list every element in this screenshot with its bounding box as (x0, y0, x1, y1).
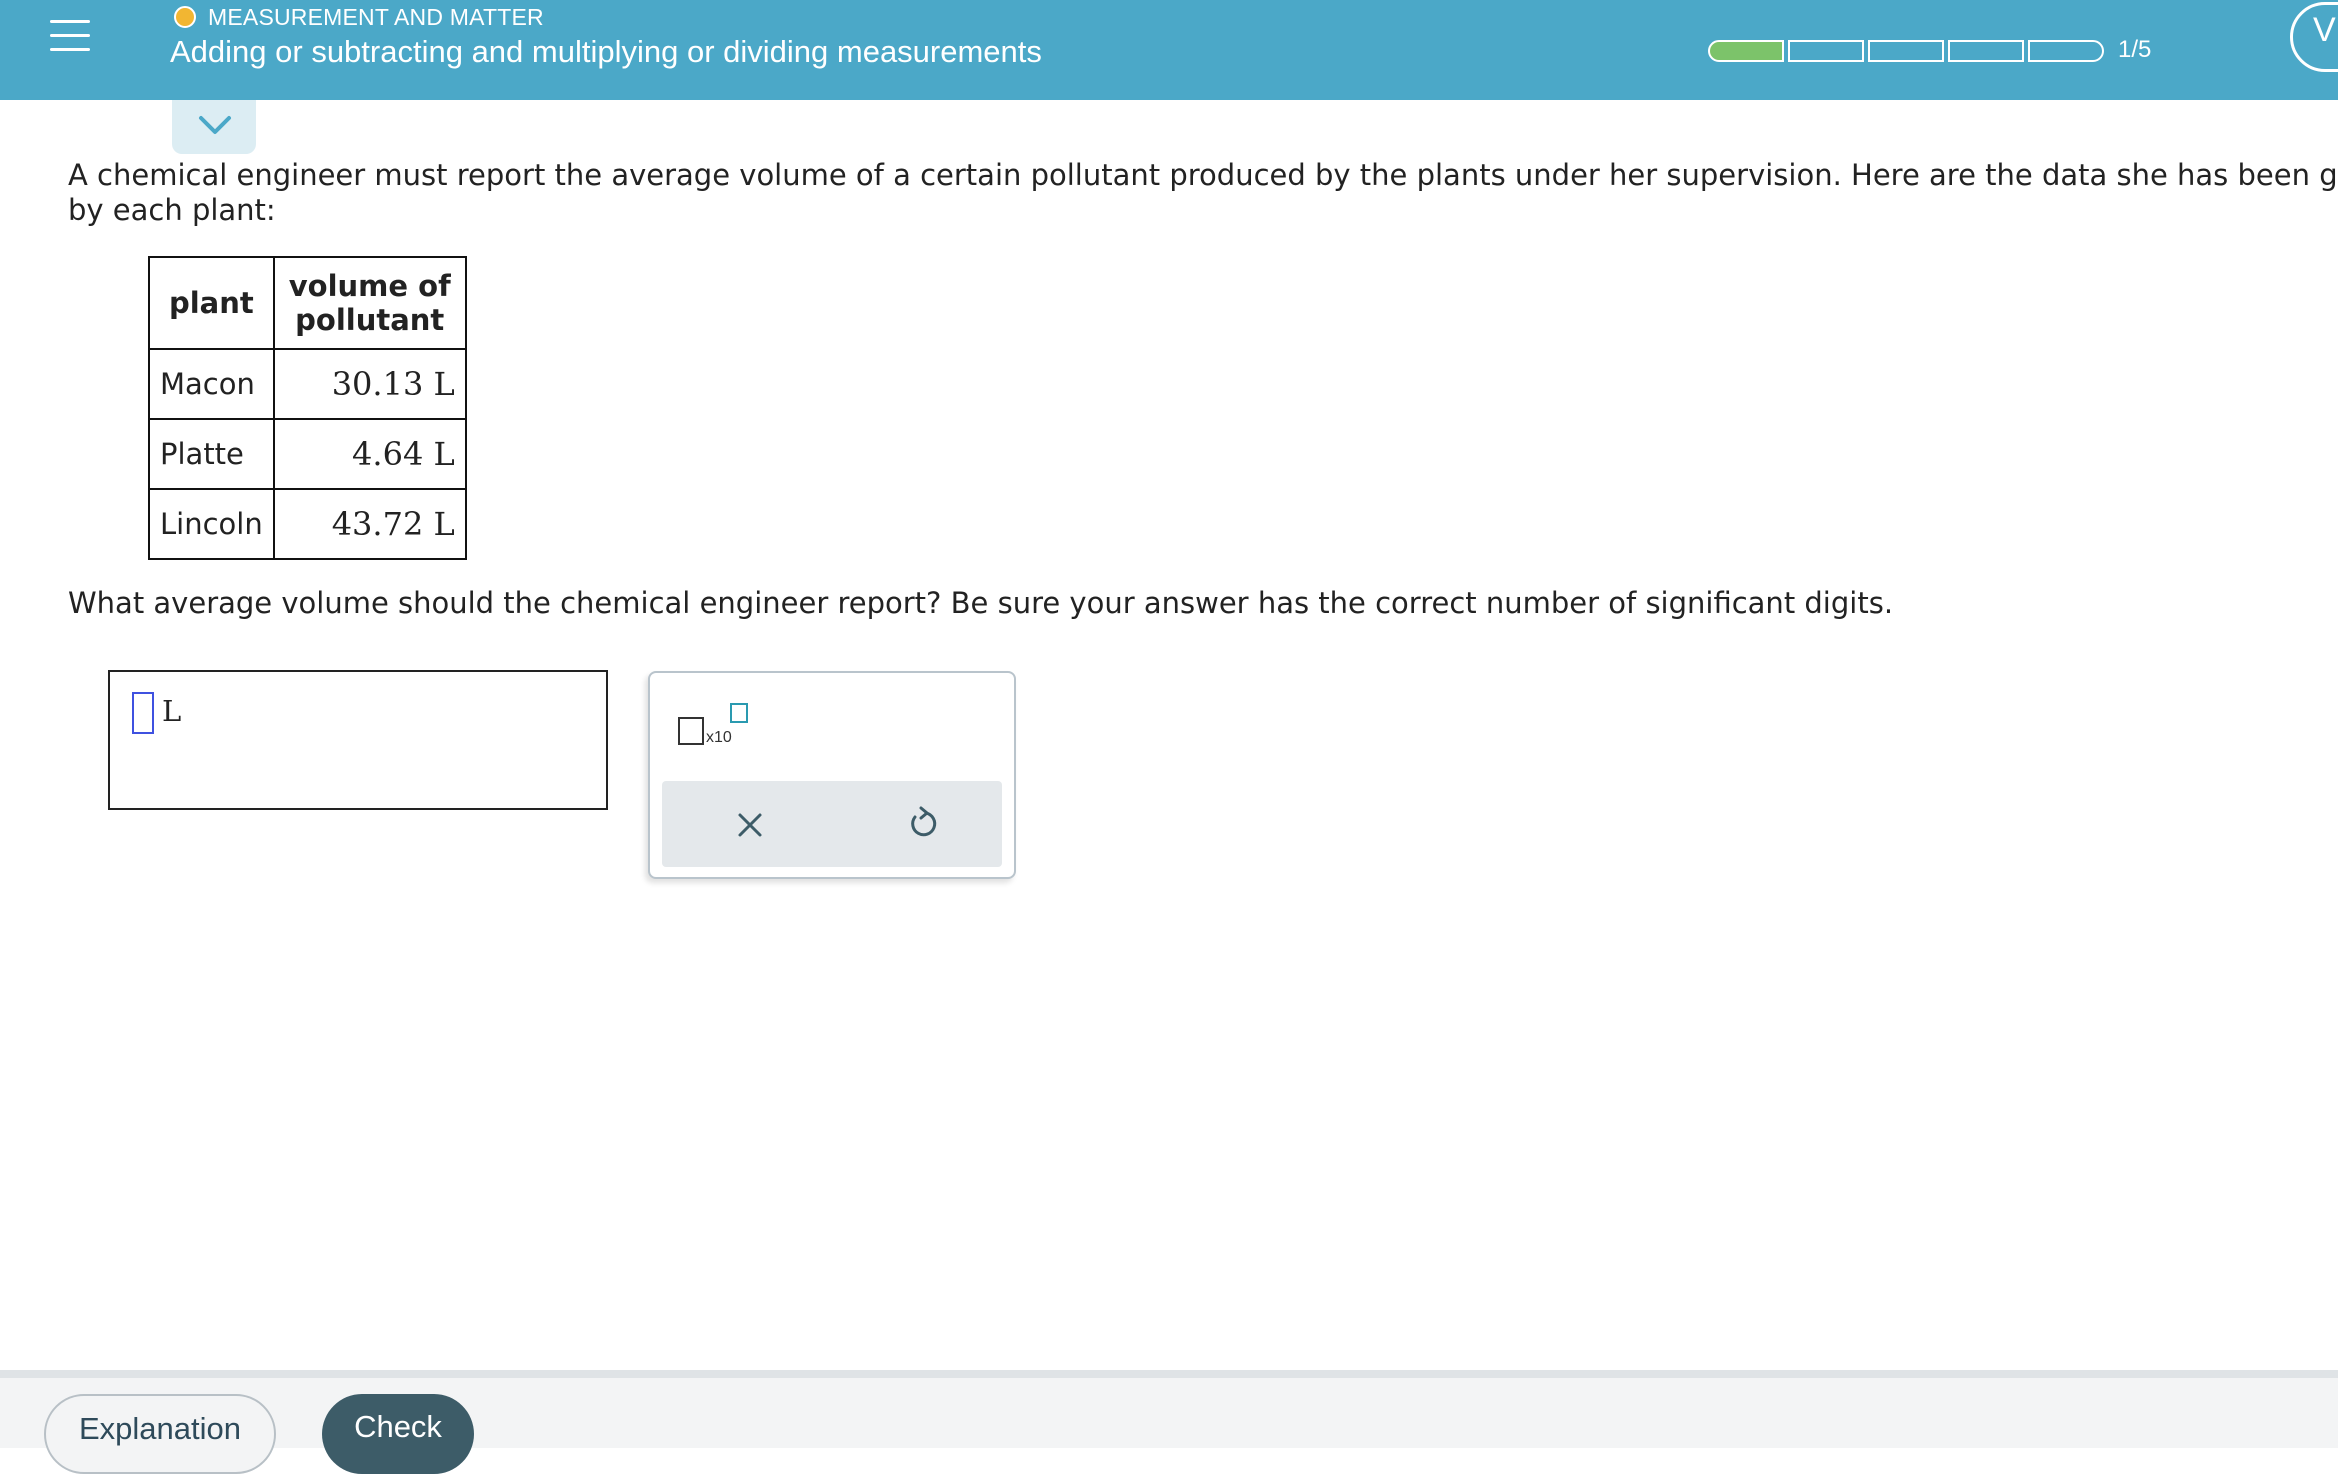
scientific-notation-button[interactable]: x10 (678, 703, 748, 757)
table-cell-volume: 43.72 L (272, 488, 467, 560)
table-cell-volume: 30.13 L (272, 348, 467, 420)
table-header-volume: volume of pollutant (272, 256, 467, 350)
menu-icon[interactable] (46, 14, 94, 58)
collapse-toggle[interactable] (172, 100, 256, 154)
header-side-button-letter: V (2313, 11, 2336, 49)
topic-label: MEASUREMENT AND MATTER (208, 3, 544, 30)
table-cell-plant: Macon (148, 348, 275, 420)
topic-row: MEASUREMENT AND MATTER (174, 2, 544, 32)
clear-button[interactable] (730, 805, 770, 845)
table-cell-plant: Lincoln (148, 488, 275, 560)
progress-bar (1708, 40, 2104, 62)
undo-icon (911, 806, 937, 837)
table-row: Platte 4.64 L (148, 418, 467, 490)
keypad-action-bar (662, 781, 1002, 867)
question-prompt: What average volume should the chemical … (68, 586, 1894, 620)
table-cell-plant: Platte (148, 418, 275, 490)
explanation-button[interactable]: Explanation (44, 1394, 276, 1474)
top-bar: MEASUREMENT AND MATTER Adding or subtrac… (0, 0, 2338, 100)
table-cell-volume: 4.64 L (272, 418, 467, 490)
table-row: Lincoln 43.72 L (148, 488, 467, 560)
check-button[interactable]: Check (322, 1394, 474, 1474)
progress-segment (2028, 40, 2104, 62)
question-line: A chemical engineer must report the aver… (68, 158, 2338, 192)
lesson-title: Adding or subtracting and multiplying or… (170, 34, 1042, 69)
sci-exponent-box-icon (730, 703, 748, 723)
progress-segment (1708, 40, 1784, 62)
status-dot-icon (174, 6, 196, 28)
question-text: A chemical engineer must report the aver… (68, 158, 2338, 228)
table-row: Macon 30.13 L (148, 348, 467, 420)
answer-input[interactable]: L (108, 670, 608, 810)
footer-divider (0, 1370, 2338, 1378)
math-keypad: x10 (648, 671, 1016, 879)
data-table: plant volume of pollutant Macon 30.13 L … (148, 256, 467, 560)
progress-segment (1868, 40, 1944, 62)
table-header-row: plant volume of pollutant (148, 256, 467, 350)
footer-bar: Explanation Check (0, 1378, 2338, 1474)
progress-count: 1/5 (2118, 36, 2152, 63)
header-side-button[interactable]: V (2290, 2, 2338, 72)
sci-base-box-icon (678, 717, 704, 745)
question-line: by each plant: (68, 193, 276, 227)
answer-slot[interactable] (132, 692, 154, 734)
undo-button[interactable] (902, 803, 942, 843)
chevron-down-icon (199, 116, 231, 134)
sci-x10-label: x10 (706, 729, 732, 746)
progress-segment (1948, 40, 2024, 62)
table-header-plant: plant (148, 256, 275, 350)
answer-unit: L (162, 694, 182, 728)
close-icon (738, 813, 762, 837)
progress-segment (1788, 40, 1864, 62)
